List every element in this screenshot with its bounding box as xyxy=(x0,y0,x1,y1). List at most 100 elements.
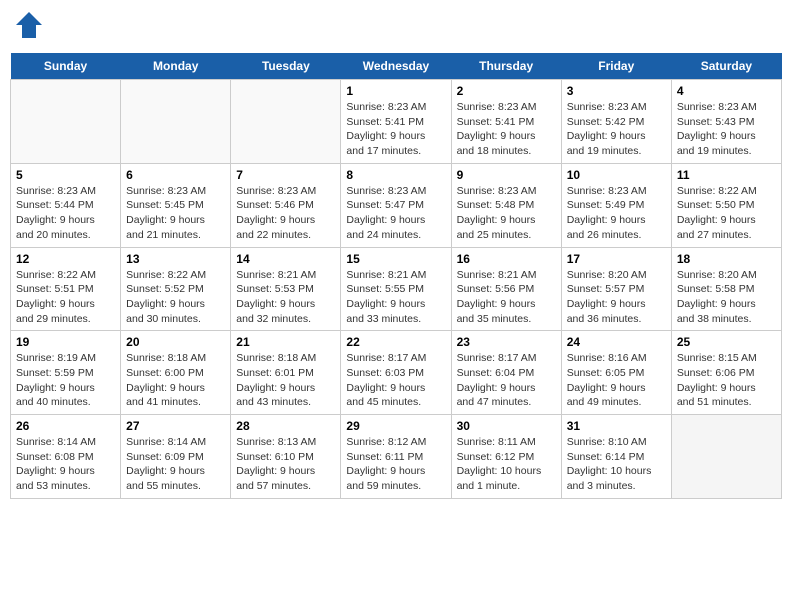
cell-daylight-info: Sunrise: 8:20 AMSunset: 5:57 PMDaylight:… xyxy=(567,268,666,327)
calendar-cell: 22 Sunrise: 8:17 AMSunset: 6:03 PMDayligh… xyxy=(341,331,451,415)
calendar-cell: 17 Sunrise: 8:20 AMSunset: 5:57 PMDayligh… xyxy=(561,247,671,331)
calendar-cell: 3 Sunrise: 8:23 AMSunset: 5:42 PMDaylight… xyxy=(561,80,671,164)
day-number: 20 xyxy=(126,335,225,349)
day-number: 14 xyxy=(236,252,335,266)
cell-daylight-info: Sunrise: 8:13 AMSunset: 6:10 PMDaylight:… xyxy=(236,435,335,494)
day-number: 10 xyxy=(567,168,666,182)
weekday-header-friday: Friday xyxy=(561,53,671,80)
calendar-cell: 12 Sunrise: 8:22 AMSunset: 5:51 PMDayligh… xyxy=(11,247,121,331)
calendar-cell: 15Sunrise: 8:21 AMSunset: 5:55 PMDayligh… xyxy=(341,247,451,331)
cell-daylight-info: Sunrise: 8:17 AMSunset: 6:04 PMDaylight:… xyxy=(457,351,556,410)
cell-daylight-info: Sunrise: 8:21 AMSunset: 5:55 PMDaylight:… xyxy=(346,268,445,327)
calendar-cell: 13 Sunrise: 8:22 AMSunset: 5:52 PMDayligh… xyxy=(121,247,231,331)
calendar-cell xyxy=(231,80,341,164)
calendar-cell: 23 Sunrise: 8:17 AMSunset: 6:04 PMDayligh… xyxy=(451,331,561,415)
calendar-cell: 30 Sunrise: 8:11 AMSunset: 6:12 PMDayligh… xyxy=(451,415,561,499)
day-number: 23 xyxy=(457,335,556,349)
weekday-header-sunday: Sunday xyxy=(11,53,121,80)
cell-daylight-info: Sunrise: 8:17 AMSunset: 6:03 PMDaylight:… xyxy=(346,351,445,410)
calendar-cell: 10 Sunrise: 8:23 AMSunset: 5:49 PMDayligh… xyxy=(561,163,671,247)
cell-daylight-info: Sunrise: 8:19 AMSunset: 5:59 PMDaylight:… xyxy=(16,351,115,410)
day-number: 25 xyxy=(677,335,776,349)
calendar-cell: 19 Sunrise: 8:19 AMSunset: 5:59 PMDayligh… xyxy=(11,331,121,415)
day-number: 17 xyxy=(567,252,666,266)
calendar-cell: 18Sunrise: 8:20 AMSunset: 5:58 PMDayligh… xyxy=(671,247,781,331)
day-number: 28 xyxy=(236,419,335,433)
day-number: 22 xyxy=(346,335,445,349)
calendar-cell: 5Sunrise: 8:23 AMSunset: 5:44 PMDaylight… xyxy=(11,163,121,247)
cell-daylight-info: Sunrise: 8:23 AMSunset: 5:41 PMDaylight:… xyxy=(346,100,445,159)
cell-daylight-info: Sunrise: 8:21 AMSunset: 5:53 PMDaylight:… xyxy=(236,268,335,327)
calendar-cell: 29 Sunrise: 8:12 AMSunset: 6:11 PMDayligh… xyxy=(341,415,451,499)
day-number: 3 xyxy=(567,84,666,98)
day-number: 29 xyxy=(346,419,445,433)
logo xyxy=(10,10,44,45)
calendar-cell xyxy=(671,415,781,499)
cell-daylight-info: Sunrise: 8:23 AMSunset: 5:45 PMDaylight:… xyxy=(126,184,225,243)
calendar-cell: 9 Sunrise: 8:23 AMSunset: 5:48 PMDaylight… xyxy=(451,163,561,247)
calendar-cell: 4 Sunrise: 8:23 AMSunset: 5:43 PMDaylight… xyxy=(671,80,781,164)
cell-daylight-info: Sunrise: 8:21 AMSunset: 5:56 PMDaylight:… xyxy=(457,268,556,327)
calendar-cell: 8 Sunrise: 8:23 AMSunset: 5:47 PMDaylight… xyxy=(341,163,451,247)
cell-daylight-info: Sunrise: 8:23 AMSunset: 5:43 PMDaylight:… xyxy=(677,100,776,159)
cell-daylight-info: Sunrise: 8:23 AMSunset: 5:41 PMDaylight:… xyxy=(457,100,556,159)
weekday-header-thursday: Thursday xyxy=(451,53,561,80)
day-number: 27 xyxy=(126,419,225,433)
cell-daylight-info: Sunrise: 8:22 AMSunset: 5:50 PMDaylight:… xyxy=(677,184,776,243)
day-number: 31 xyxy=(567,419,666,433)
day-number: 21 xyxy=(236,335,335,349)
calendar-cell: 2 Sunrise: 8:23 AMSunset: 5:41 PMDaylight… xyxy=(451,80,561,164)
cell-daylight-info: Sunrise: 8:22 AMSunset: 5:51 PMDaylight:… xyxy=(16,268,115,327)
cell-daylight-info: Sunrise: 8:14 AMSunset: 6:08 PMDaylight:… xyxy=(16,435,115,494)
cell-daylight-info: Sunrise: 8:18 AMSunset: 6:00 PMDaylight:… xyxy=(126,351,225,410)
weekday-header-tuesday: Tuesday xyxy=(231,53,341,80)
calendar-cell: 21 Sunrise: 8:18 AMSunset: 6:01 PMDayligh… xyxy=(231,331,341,415)
day-number: 9 xyxy=(457,168,556,182)
cell-daylight-info: Sunrise: 8:23 AMSunset: 5:44 PMDaylight:… xyxy=(16,184,115,243)
calendar-cell: 25 Sunrise: 8:15 AMSunset: 6:06 PMDayligh… xyxy=(671,331,781,415)
calendar-cell: 11 Sunrise: 8:22 AMSunset: 5:50 PMDayligh… xyxy=(671,163,781,247)
cell-daylight-info: Sunrise: 8:22 AMSunset: 5:52 PMDaylight:… xyxy=(126,268,225,327)
page-header xyxy=(10,10,782,45)
cell-daylight-info: Sunrise: 8:12 AMSunset: 6:11 PMDaylight:… xyxy=(346,435,445,494)
cell-daylight-info: Sunrise: 8:23 AMSunset: 5:48 PMDaylight:… xyxy=(457,184,556,243)
cell-daylight-info: Sunrise: 8:23 AMSunset: 5:42 PMDaylight:… xyxy=(567,100,666,159)
day-number: 11 xyxy=(677,168,776,182)
day-number: 13 xyxy=(126,252,225,266)
calendar-cell: 16 Sunrise: 8:21 AMSunset: 5:56 PMDayligh… xyxy=(451,247,561,331)
day-number: 30 xyxy=(457,419,556,433)
day-number: 19 xyxy=(16,335,115,349)
cell-daylight-info: Sunrise: 8:18 AMSunset: 6:01 PMDaylight:… xyxy=(236,351,335,410)
day-number: 2 xyxy=(457,84,556,98)
cell-daylight-info: Sunrise: 8:11 AMSunset: 6:12 PMDaylight:… xyxy=(457,435,556,494)
calendar-table: SundayMondayTuesdayWednesdayThursdayFrid… xyxy=(10,53,782,499)
weekday-header-wednesday: Wednesday xyxy=(341,53,451,80)
day-number: 18 xyxy=(677,252,776,266)
cell-daylight-info: Sunrise: 8:16 AMSunset: 6:05 PMDaylight:… xyxy=(567,351,666,410)
cell-daylight-info: Sunrise: 8:15 AMSunset: 6:06 PMDaylight:… xyxy=(677,351,776,410)
calendar-cell xyxy=(11,80,121,164)
calendar-cell: 7Sunrise: 8:23 AMSunset: 5:46 PMDaylight… xyxy=(231,163,341,247)
calendar-cell: 31 Sunrise: 8:10 AMSunset: 6:14 PMDayligh… xyxy=(561,415,671,499)
day-number: 4 xyxy=(677,84,776,98)
calendar-cell xyxy=(121,80,231,164)
day-number: 26 xyxy=(16,419,115,433)
calendar-cell: 14 Sunrise: 8:21 AMSunset: 5:53 PMDayligh… xyxy=(231,247,341,331)
cell-daylight-info: Sunrise: 8:10 AMSunset: 6:14 PMDaylight:… xyxy=(567,435,666,494)
calendar-cell: 20 Sunrise: 8:18 AMSunset: 6:00 PMDayligh… xyxy=(121,331,231,415)
weekday-header-monday: Monday xyxy=(121,53,231,80)
cell-daylight-info: Sunrise: 8:23 AMSunset: 5:47 PMDaylight:… xyxy=(346,184,445,243)
calendar-cell: 28 Sunrise: 8:13 AMSunset: 6:10 PMDayligh… xyxy=(231,415,341,499)
calendar-cell: 1 Sunrise: 8:23 AMSunset: 5:41 PMDaylight… xyxy=(341,80,451,164)
day-number: 12 xyxy=(16,252,115,266)
cell-daylight-info: Sunrise: 8:23 AMSunset: 5:46 PMDaylight:… xyxy=(236,184,335,243)
day-number: 1 xyxy=(346,84,445,98)
day-number: 24 xyxy=(567,335,666,349)
calendar-cell: 27Sunrise: 8:14 AMSunset: 6:09 PMDayligh… xyxy=(121,415,231,499)
day-number: 16 xyxy=(457,252,556,266)
day-number: 8 xyxy=(346,168,445,182)
cell-daylight-info: Sunrise: 8:23 AMSunset: 5:49 PMDaylight:… xyxy=(567,184,666,243)
calendar-cell: 26 Sunrise: 8:14 AMSunset: 6:08 PMDayligh… xyxy=(11,415,121,499)
day-number: 6 xyxy=(126,168,225,182)
logo-icon xyxy=(14,10,44,40)
